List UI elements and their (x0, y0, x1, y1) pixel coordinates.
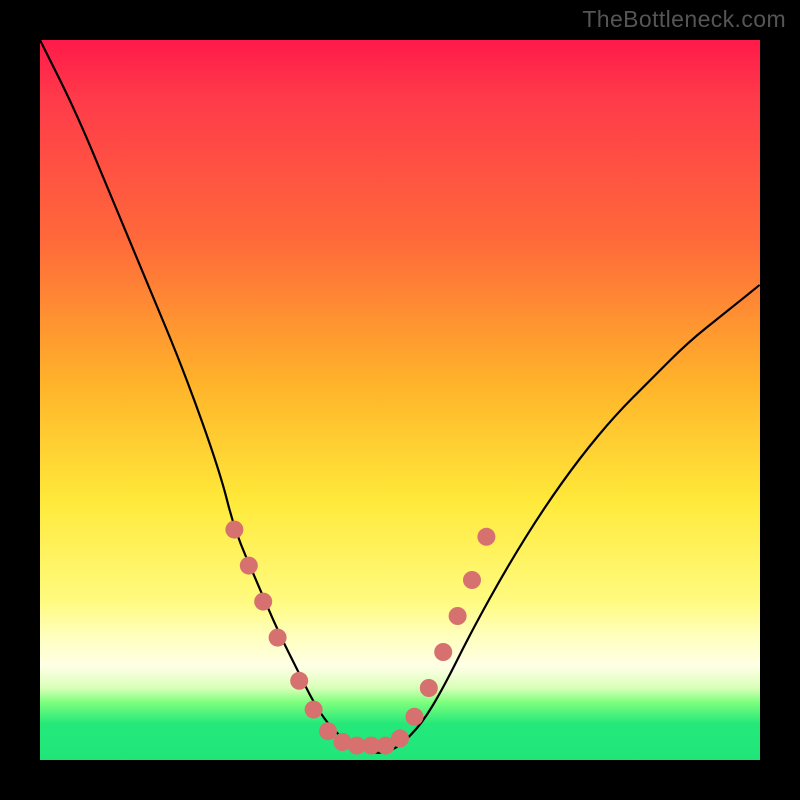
curve-markers (225, 521, 495, 755)
curve-marker (434, 643, 452, 661)
curve-marker (463, 571, 481, 589)
curve-marker (477, 528, 495, 546)
curve-marker (240, 557, 258, 575)
curve-marker (391, 729, 409, 747)
plot-area (40, 40, 760, 760)
watermark-text: TheBottleneck.com (582, 6, 786, 33)
curve-marker (319, 722, 337, 740)
curve-marker (420, 679, 438, 697)
chart-svg (40, 40, 760, 760)
curve-marker (290, 672, 308, 690)
curve-marker (269, 629, 287, 647)
curve-marker (405, 708, 423, 726)
bottleneck-curve (40, 40, 760, 753)
chart-frame: TheBottleneck.com (0, 0, 800, 800)
curve-marker (225, 521, 243, 539)
curve-marker (449, 607, 467, 625)
curve-marker (305, 701, 323, 719)
curve-marker (254, 593, 272, 611)
